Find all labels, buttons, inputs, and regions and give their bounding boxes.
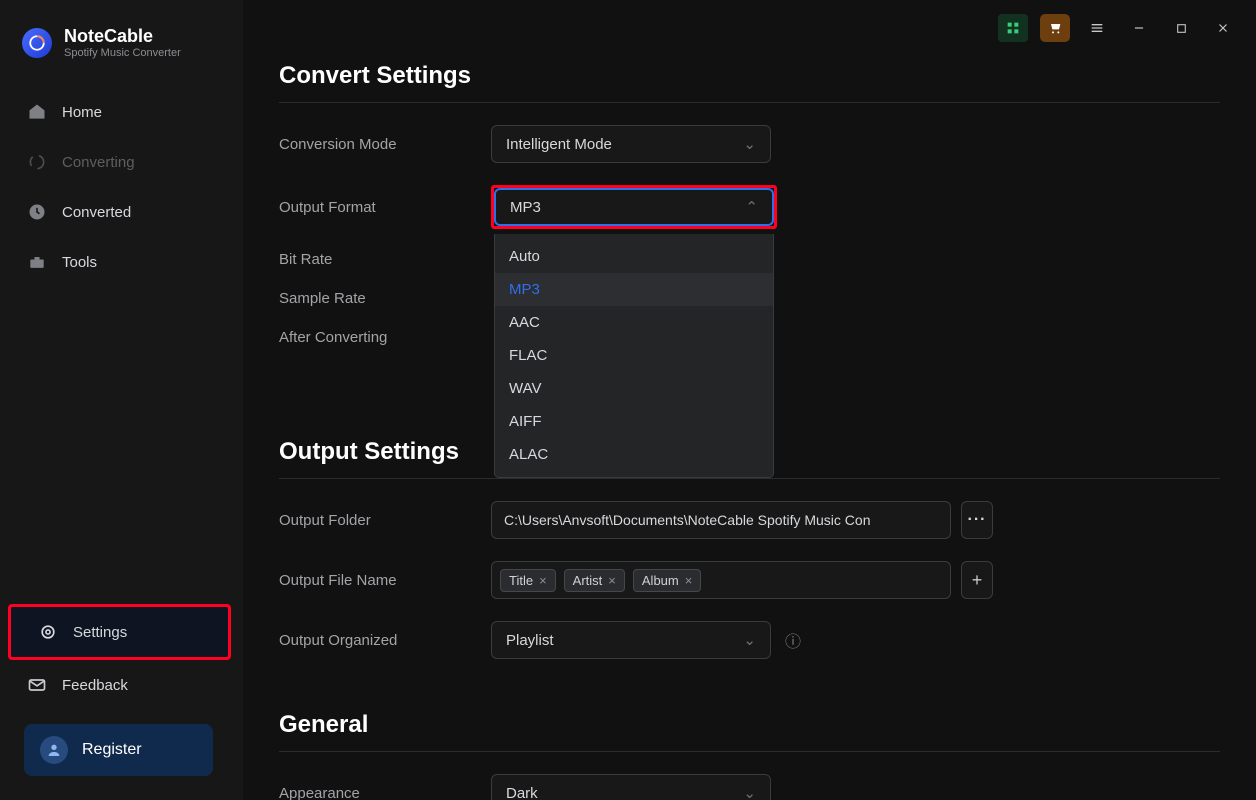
- chevron-down-icon: ⌄: [743, 631, 756, 649]
- convert-settings-title: Convert Settings: [279, 62, 1220, 90]
- cart-icon[interactable]: [1040, 14, 1070, 42]
- sidebar-item-label: Settings: [73, 624, 127, 641]
- chip-album[interactable]: Album×: [633, 569, 701, 592]
- minimize-icon[interactable]: [1124, 14, 1154, 42]
- add-chip-button[interactable]: +: [961, 561, 993, 599]
- option-auto[interactable]: Auto: [495, 240, 773, 273]
- browse-button[interactable]: ···: [961, 501, 993, 539]
- chevron-down-icon: ⌄: [743, 784, 756, 800]
- toolbox-icon: [26, 251, 48, 273]
- label-output-format: Output Format: [279, 199, 491, 216]
- input-output-folder[interactable]: C:\Users\Anvsoft\Documents\NoteCable Spo…: [491, 501, 951, 539]
- label-bitrate: Bit Rate: [279, 251, 491, 268]
- row-output-filename: Output File Name Title× Artist× Album× +: [279, 561, 1220, 599]
- select-output-format[interactable]: MP3 ⌃: [494, 188, 774, 226]
- sidebar: NoteCable Spotify Music Converter Home C…: [0, 0, 243, 800]
- spinner-icon: [26, 151, 48, 173]
- select-value: MP3: [510, 199, 541, 216]
- close-icon[interactable]: ×: [685, 573, 693, 588]
- divider: [279, 478, 1220, 479]
- option-mp3[interactable]: MP3: [495, 273, 773, 306]
- label-output-organized: Output Organized: [279, 632, 491, 649]
- sidebar-item-converting[interactable]: Converting: [0, 137, 243, 187]
- brand-text: NoteCable Spotify Music Converter: [64, 26, 181, 59]
- app-subtitle: Spotify Music Converter: [64, 47, 181, 59]
- sidebar-item-feedback[interactable]: Feedback: [0, 660, 231, 710]
- brand: NoteCable Spotify Music Converter: [0, 20, 243, 77]
- chip-title[interactable]: Title×: [500, 569, 556, 592]
- label-output-folder: Output Folder: [279, 512, 491, 529]
- select-output-organized[interactable]: Playlist ⌄: [491, 621, 771, 659]
- select-value: Playlist: [506, 632, 554, 649]
- app-name: NoteCable: [64, 26, 181, 47]
- label-output-filename: Output File Name: [279, 572, 491, 589]
- label-appearance: Appearance: [279, 785, 491, 800]
- sidebar-item-converted[interactable]: Converted: [0, 187, 243, 237]
- menu-icon[interactable]: [1082, 14, 1112, 42]
- option-flac[interactable]: FLAC: [495, 339, 773, 372]
- maximize-icon[interactable]: [1166, 14, 1196, 42]
- window-controls: [998, 14, 1238, 42]
- select-value: Intelligent Mode: [506, 136, 612, 153]
- chip-artist[interactable]: Artist×: [564, 569, 625, 592]
- main-content: Convert Settings Conversion Mode Intelli…: [243, 0, 1256, 800]
- sidebar-item-label: Converting: [62, 154, 135, 171]
- select-appearance[interactable]: Dark ⌄: [491, 774, 771, 800]
- output-format-highlight: MP3 ⌃ Auto MP3 AAC FLAC WAV AIFF ALAC: [491, 185, 777, 229]
- option-wav[interactable]: WAV: [495, 372, 773, 405]
- row-output-format: Output Format MP3 ⌃ Auto MP3 AAC FLAC WA…: [279, 185, 1220, 229]
- nav-top: Home Converting Converted Tools: [0, 87, 243, 287]
- row-output-organized: Output Organized Playlist ⌄ ⓘ: [279, 621, 1220, 659]
- home-icon: [26, 101, 48, 123]
- chevron-up-icon: ⌃: [745, 198, 758, 216]
- row-appearance: Appearance Dark ⌄: [279, 774, 1220, 800]
- option-alac[interactable]: ALAC: [495, 438, 773, 471]
- sidebar-item-home[interactable]: Home: [0, 87, 243, 137]
- label-conversion-mode: Conversion Mode: [279, 136, 491, 153]
- general-title: General: [279, 711, 1220, 739]
- input-output-filename[interactable]: Title× Artist× Album×: [491, 561, 951, 599]
- select-value: Dark: [506, 785, 538, 800]
- sidebar-item-tools[interactable]: Tools: [0, 237, 243, 287]
- select-conversion-mode[interactable]: Intelligent Mode ⌄: [491, 125, 771, 163]
- mail-icon: [26, 674, 48, 696]
- option-aac[interactable]: AAC: [495, 306, 773, 339]
- register-label: Register: [82, 741, 142, 759]
- label-after-converting: After Converting: [279, 329, 491, 346]
- close-icon[interactable]: ×: [539, 573, 547, 588]
- gear-icon: [37, 621, 59, 643]
- sidebar-item-label: Converted: [62, 204, 131, 221]
- chevron-down-icon: ⌄: [743, 135, 756, 153]
- divider: [279, 751, 1220, 752]
- option-aiff[interactable]: AIFF: [495, 405, 773, 438]
- close-icon[interactable]: [1208, 14, 1238, 42]
- nav-bottom: Settings Feedback Register: [0, 604, 243, 780]
- user-icon: [40, 736, 68, 764]
- dropdown-output-format: Auto MP3 AAC FLAC WAV AIFF ALAC: [494, 234, 774, 478]
- sidebar-item-settings[interactable]: Settings: [8, 604, 231, 660]
- grid-icon[interactable]: [998, 14, 1028, 42]
- row-conversion-mode: Conversion Mode Intelligent Mode ⌄: [279, 125, 1220, 163]
- app-logo-icon: [22, 28, 52, 58]
- sidebar-item-label: Tools: [62, 254, 97, 271]
- label-sample-rate: Sample Rate: [279, 290, 491, 307]
- sidebar-item-label: Feedback: [62, 677, 128, 694]
- sidebar-item-label: Home: [62, 104, 102, 121]
- divider: [279, 102, 1220, 103]
- info-icon[interactable]: ⓘ: [785, 628, 801, 652]
- clock-icon: [26, 201, 48, 223]
- row-output-folder: Output Folder C:\Users\Anvsoft\Documents…: [279, 501, 1220, 539]
- register-button[interactable]: Register: [24, 724, 213, 776]
- close-icon[interactable]: ×: [608, 573, 616, 588]
